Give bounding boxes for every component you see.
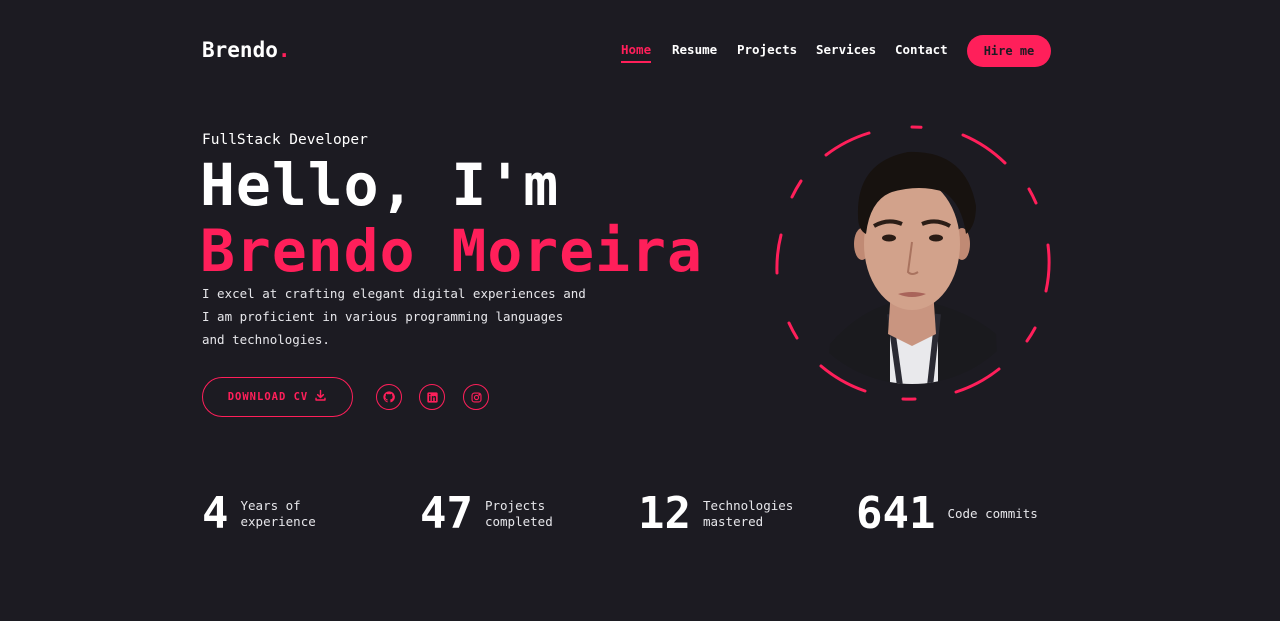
linkedin-icon	[426, 388, 438, 407]
download-icon	[314, 389, 327, 405]
nav-resume[interactable]: Resume	[672, 42, 717, 57]
stat-number: 12	[638, 488, 691, 539]
stat-technologies: 12 Technologies mastered	[638, 490, 813, 538]
stat-label: Technologies mastered	[702, 498, 794, 529]
nav-contact[interactable]: Contact	[895, 42, 948, 57]
stat-label: Code commits	[947, 506, 1038, 521]
name-heading: Brendo Moreira	[200, 217, 703, 285]
stat-label: Projects completed	[484, 498, 553, 529]
stat-number: 4	[202, 488, 229, 539]
role-title: FullStack Developer	[202, 132, 368, 148]
stat-years: 4 Years of experience	[202, 490, 351, 538]
stat-number: 641	[856, 488, 936, 539]
github-link[interactable]	[376, 384, 402, 410]
linkedin-link[interactable]	[419, 384, 445, 410]
brand-dot: .	[277, 38, 291, 62]
stat-projects: 47 Projects completed	[420, 490, 595, 538]
stat-commits: 641 Code commits	[856, 490, 1057, 538]
download-cv-button[interactable]: DOWNLOAD CV	[202, 377, 353, 417]
hero-description: I excel at crafting elegant digital expe…	[202, 286, 586, 347]
download-cv-label: DOWNLOAD CV	[227, 391, 309, 403]
greeting-heading: Hello, I'm	[200, 151, 560, 219]
stat-label: Years of experience	[240, 498, 316, 529]
profile-photo	[826, 134, 998, 386]
brand-name: Brendo	[202, 38, 278, 62]
nav-services[interactable]: Services	[816, 42, 876, 57]
nav-home[interactable]: Home	[621, 42, 652, 63]
github-icon	[383, 388, 395, 407]
instagram-icon	[470, 388, 482, 407]
brand-logo[interactable]: Brendo.	[202, 38, 291, 62]
hire-me-button[interactable]: Hire me	[967, 35, 1051, 67]
stat-number: 47	[420, 488, 473, 539]
instagram-link[interactable]	[463, 384, 489, 410]
nav-projects[interactable]: Projects	[737, 42, 797, 57]
